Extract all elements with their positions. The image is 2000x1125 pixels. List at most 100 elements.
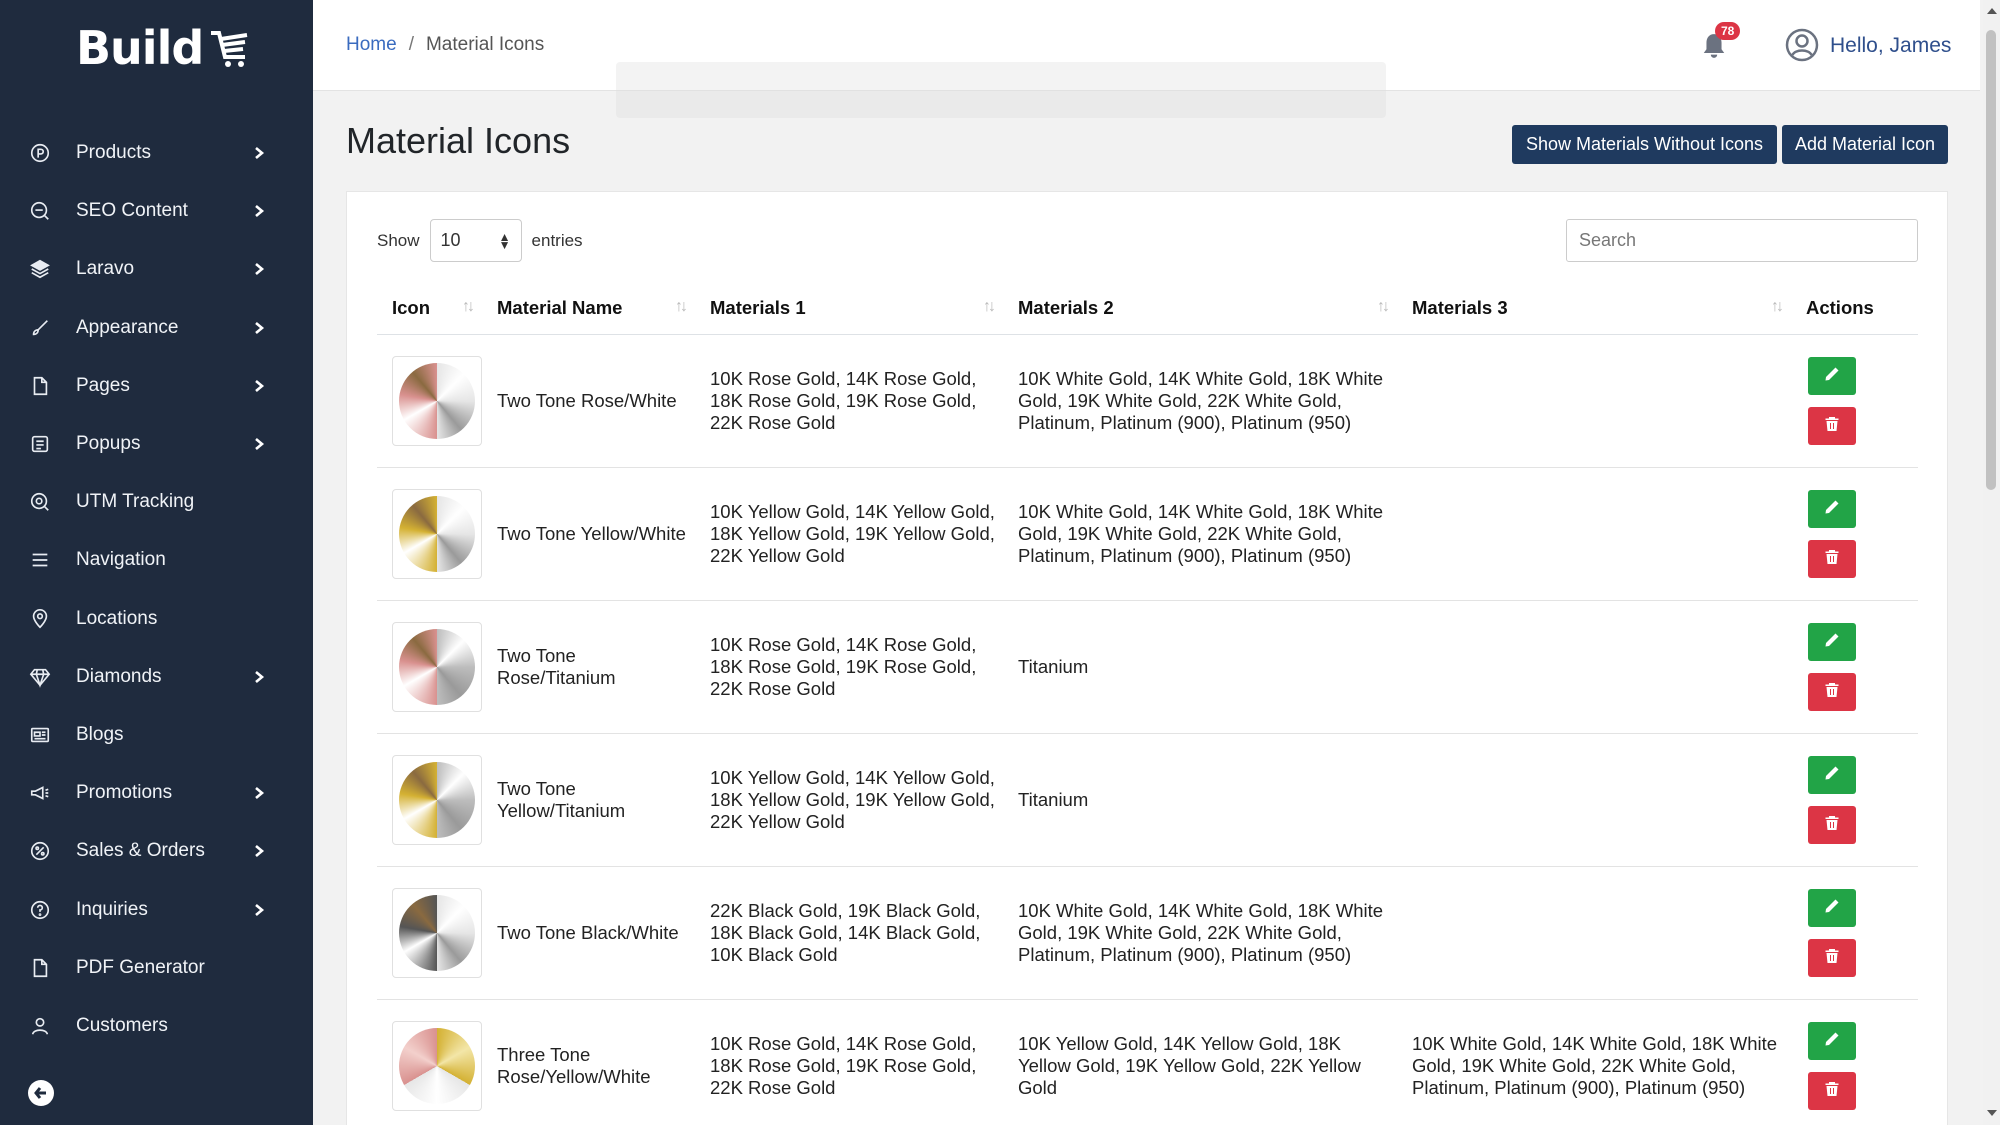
material-name-cell: Two Tone Yellow/White xyxy=(482,467,695,601)
trash-icon xyxy=(1824,947,1840,969)
edit-button[interactable] xyxy=(1808,1021,1856,1060)
page-scrollbar[interactable] xyxy=(1983,0,2000,1125)
sidebar-item-label: Promotions xyxy=(76,782,173,804)
sidebar-item-label: Products xyxy=(76,142,151,164)
sidebar-item-label: Sales & Orders xyxy=(76,840,205,862)
sidebar-item-laravo[interactable]: Laravo xyxy=(0,240,313,298)
material-name-cell: Two Tone Rose/White xyxy=(482,334,695,468)
sidebar-nav: Products SEO Content Laravo Appearance Pages… xyxy=(0,124,313,1055)
logo[interactable]: Build xyxy=(76,18,251,78)
sidebar-item-promotions[interactable]: Promotions xyxy=(0,764,313,822)
breadcrumb-home-link[interactable]: Home xyxy=(346,34,397,56)
chevron-right-icon xyxy=(252,204,266,218)
material-swatch xyxy=(392,621,482,712)
material-color-disc-icon xyxy=(399,894,475,971)
materials-2-text: 10K White Gold, 14K White Gold, 18K Whit… xyxy=(1018,500,1384,566)
sidebar-item-utm-tracking[interactable]: UTM Tracking xyxy=(0,473,313,531)
delete-button[interactable] xyxy=(1808,805,1856,844)
material-swatch xyxy=(392,488,482,579)
megaphone-icon xyxy=(28,781,52,805)
sidebar-item-label: Pages xyxy=(76,374,130,396)
sidebar-item-label: Popups xyxy=(76,433,141,455)
sidebar-item-popups[interactable]: Popups xyxy=(0,415,313,473)
table-row: Two Tone Yellow/White 10K Yellow Gold, 14… xyxy=(377,467,1918,601)
materials-1-cell: 22K Black Gold, 19K Black Gold, 18K Blac… xyxy=(695,866,1003,1000)
scroll-down-arrow-icon[interactable] xyxy=(1987,1110,1997,1116)
sidebar-item-sales-orders[interactable]: Sales & Orders xyxy=(0,822,313,880)
sidebar-item-products[interactable]: Products xyxy=(0,124,313,182)
logo-text: Build xyxy=(76,21,204,75)
material-color-disc-icon xyxy=(399,362,475,439)
actions-cell xyxy=(1791,334,1918,468)
column-header-materials-1[interactable]: Materials 1 ↑↓ xyxy=(695,282,1003,335)
sidebar-item-pages[interactable]: Pages xyxy=(0,357,313,415)
collapse-sidebar-button[interactable] xyxy=(28,1080,54,1106)
sidebar-item-label: Locations xyxy=(76,607,158,629)
material-name: Three Tone Rose/Yellow/White xyxy=(497,1043,651,1087)
edit-button[interactable] xyxy=(1808,755,1856,794)
sidebar-item-navigation[interactable]: Navigation xyxy=(0,531,313,589)
fading-toast xyxy=(616,62,1386,118)
chevron-right-icon xyxy=(252,379,266,393)
column-header-material-name[interactable]: Material Name ↑↓ xyxy=(482,282,695,335)
menu-icon xyxy=(28,548,52,572)
seo-icon xyxy=(28,199,52,223)
user-avatar-icon[interactable] xyxy=(1785,28,1819,62)
percent-badge-icon xyxy=(28,839,52,863)
show-materials-without-icons-button[interactable]: Show Materials Without Icons xyxy=(1512,125,1777,164)
icon-cell xyxy=(377,866,482,1000)
column-header-label: Materials 3 xyxy=(1412,296,1508,318)
edit-button[interactable] xyxy=(1808,489,1856,528)
material-swatch xyxy=(392,887,482,978)
materials-2-text: 10K White Gold, 14K White Gold, 18K Whit… xyxy=(1018,367,1384,433)
newspaper-icon xyxy=(28,723,52,747)
materials-2-text: 10K Yellow Gold, 14K Yellow Gold, 18K Ye… xyxy=(1018,1032,1361,1098)
table-body: Two Tone Rose/White 10K Rose Gold, 14K Ro… xyxy=(377,334,1918,1125)
delete-button[interactable] xyxy=(1808,539,1856,578)
scrollbar-thumb[interactable] xyxy=(1986,30,1996,490)
search-input[interactable] xyxy=(1566,219,1918,262)
delete-button[interactable] xyxy=(1808,406,1856,445)
materials-3-cell xyxy=(1397,600,1791,734)
edit-button[interactable] xyxy=(1808,888,1856,927)
sidebar-item-label: PDF Generator xyxy=(76,956,205,978)
sidebar-item-appearance[interactable]: Appearance xyxy=(0,299,313,357)
sidebar-item-inquiries[interactable]: Inquiries xyxy=(0,880,313,938)
materials-1-cell: 10K Yellow Gold, 14K Yellow Gold, 18K Ye… xyxy=(695,467,1003,601)
actions-cell xyxy=(1791,733,1918,867)
delete-button[interactable] xyxy=(1808,672,1856,711)
table-row: Two Tone Yellow/Titanium 10K Yellow Gold,… xyxy=(377,733,1918,867)
materials-2-cell: Titanium xyxy=(1003,600,1397,734)
pencil-icon xyxy=(1824,897,1840,919)
table-row: Two Tone Rose/White 10K Rose Gold, 14K Ro… xyxy=(377,334,1918,468)
table-header-row: Icon ↑↓ Material Name ↑↓ Materials 1 ↑↓ Mat… xyxy=(377,282,1918,335)
add-material-icon-button[interactable]: Add Material Icon xyxy=(1782,125,1948,164)
column-header-materials-2[interactable]: Materials 2 ↑↓ xyxy=(1003,282,1397,335)
sidebar-item-blogs[interactable]: Blogs xyxy=(0,706,313,764)
sidebar-item-diamonds[interactable]: Diamonds xyxy=(0,648,313,706)
column-header-materials-3[interactable]: Materials 3 ↑↓ xyxy=(1397,282,1791,335)
user-icon xyxy=(28,1014,52,1038)
sidebar-item-customers[interactable]: Customers xyxy=(0,997,313,1055)
user-greeting[interactable]: Hello, James xyxy=(1830,34,1951,58)
column-header-label: Actions xyxy=(1806,296,1874,318)
chevron-right-icon xyxy=(252,903,266,917)
material-swatch xyxy=(392,355,482,446)
materials-3-text: 10K White Gold, 14K White Gold, 18K Whit… xyxy=(1412,1032,1778,1098)
chevron-right-icon xyxy=(252,844,266,858)
edit-button[interactable] xyxy=(1808,356,1856,395)
sidebar-item-seo-content[interactable]: SEO Content xyxy=(0,182,313,240)
column-header-label: Materials 1 xyxy=(710,296,806,318)
sidebar-item-pdf-generator[interactable]: PDF Generator xyxy=(0,939,313,997)
material-color-disc-icon xyxy=(399,628,475,705)
delete-button[interactable] xyxy=(1808,938,1856,977)
column-header-icon[interactable]: Icon ↑↓ xyxy=(377,282,482,335)
sidebar-item-locations[interactable]: Locations xyxy=(0,590,313,648)
edit-button[interactable] xyxy=(1808,622,1856,661)
delete-button[interactable] xyxy=(1808,1071,1856,1110)
icon-cell xyxy=(377,999,482,1125)
materials-1-text: 10K Rose Gold, 14K Rose Gold, 18K Rose G… xyxy=(710,633,977,699)
materials-2-cell: 10K White Gold, 14K White Gold, 18K Whit… xyxy=(1003,334,1397,468)
entries-select[interactable]: 10 ▲ ▼ xyxy=(429,219,522,262)
scroll-up-arrow-icon[interactable] xyxy=(1987,8,1997,14)
